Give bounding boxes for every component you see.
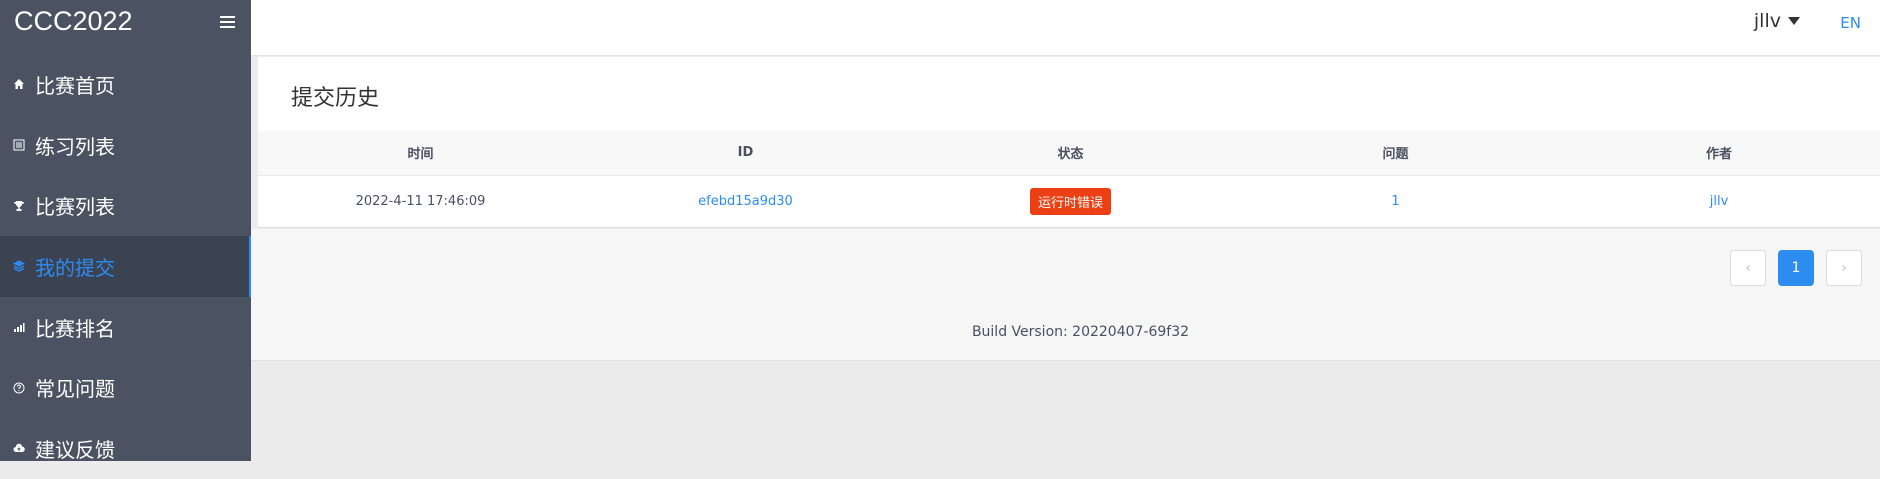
submission-id-link[interactable]: efebd15a9d30 [698, 194, 793, 209]
content-lower: ‹ 1 › Build Version: 20220407-69f32 [251, 229, 1880, 361]
language-switch[interactable]: EN [1840, 14, 1861, 32]
column-header-problem: 问题 [1233, 131, 1558, 176]
table-header-row: 时间 ID 状态 问题 作者 [258, 131, 1880, 176]
table-row: 2022-4-11 17:46:09 efebd15a9d30 运行时错误 1 … [258, 175, 1880, 227]
sidebar-item-rankings[interactable]: 比赛排名 [0, 297, 251, 358]
status-badge[interactable]: 运行时错误 [1029, 187, 1111, 215]
menu-toggle-icon[interactable] [220, 16, 235, 28]
help-icon [13, 382, 25, 394]
list-icon [13, 139, 25, 151]
layers-icon [13, 260, 25, 273]
sidebar-item-feedback[interactable]: 建议反馈 [0, 418, 251, 479]
home-icon [13, 78, 25, 90]
sidebar-item-label: 我的提交 [35, 255, 115, 280]
column-header-time: 时间 [258, 131, 583, 176]
sidebar-item-label: 建议反馈 [35, 437, 115, 462]
sidebar-item-home[interactable]: 比赛首页 [0, 54, 251, 115]
bar-chart-icon [13, 321, 25, 333]
caret-down-icon [1788, 17, 1800, 25]
sidebar-item-my-submissions[interactable]: 我的提交 [0, 236, 251, 297]
sidebar-item-contests[interactable]: 比赛列表 [0, 175, 251, 236]
page-title: 提交历史 [291, 86, 380, 111]
sidebar-item-label: 比赛首页 [35, 73, 115, 98]
cloud-upload-icon [13, 442, 25, 454]
pagination: ‹ 1 › [1718, 250, 1862, 286]
sidebar-item-label: 比赛排名 [35, 316, 115, 341]
username: jllv [1753, 10, 1781, 32]
sidebar-item-label: 比赛列表 [35, 195, 115, 220]
submissions-table: 时间 ID 状态 问题 作者 2022-4-11 17:46:09 efebd1… [258, 131, 1880, 227]
column-header-status: 状态 [908, 131, 1233, 176]
user-dropdown[interactable]: jllv [1754, 10, 1800, 32]
sidebar: CCC2022 比赛首页 练习列表 比赛列表 我的提交 比赛排名 常见问题 建议… [0, 0, 251, 462]
column-header-author: 作者 [1558, 131, 1880, 176]
prev-page-button[interactable]: ‹ [1730, 250, 1766, 286]
top-header: jllv EN [251, 0, 1880, 56]
submissions-panel: 提交历史 时间 ID 状态 问题 作者 2022-4-11 17:46:09 e… [258, 57, 1880, 228]
sidebar-item-label: 练习列表 [35, 134, 115, 159]
app-title[interactable]: CCC2022 [14, 6, 133, 37]
sidebar-item-label: 常见问题 [35, 377, 115, 402]
problem-link[interactable]: 1 [1391, 194, 1399, 209]
page-1-button[interactable]: 1 [1778, 250, 1814, 286]
build-version: Build Version: 20220407-69f32 [971, 324, 1190, 340]
sidebar-item-faq[interactable]: 常见问题 [0, 357, 251, 418]
column-header-id: ID [583, 131, 908, 176]
sidebar-item-practice[interactable]: 练习列表 [0, 115, 251, 176]
next-page-button[interactable]: › [1826, 250, 1862, 286]
sidebar-menu: 比赛首页 练习列表 比赛列表 我的提交 比赛排名 常见问题 建议反馈 [0, 54, 251, 479]
author-link[interactable]: jllv [1710, 194, 1729, 209]
trophy-icon [13, 200, 25, 212]
submission-time: 2022-4-11 17:46:09 [355, 193, 486, 209]
